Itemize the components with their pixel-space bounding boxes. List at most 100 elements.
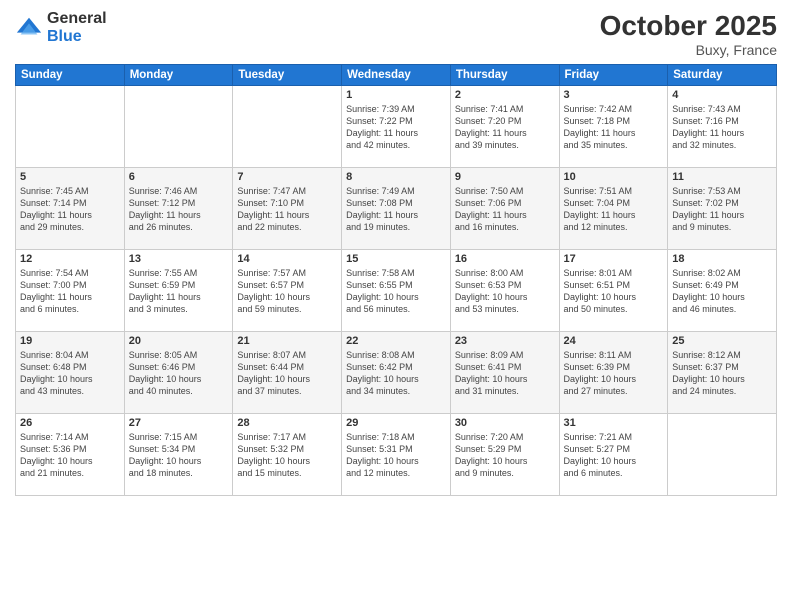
calendar-cell: 24 Sunrise: 8:11 AMSunset: 6:39 PMDayligh…	[559, 332, 668, 414]
day-number: 8	[346, 171, 446, 183]
day-number: 13	[129, 253, 229, 265]
day-info: Sunrise: 7:14 AMSunset: 5:36 PMDaylight:…	[20, 431, 120, 480]
calendar-cell: 5Sunrise: 7:45 AMSunset: 7:14 PMDaylight…	[16, 168, 125, 250]
logo: General Blue	[15, 10, 107, 45]
logo-blue-text: Blue	[47, 28, 107, 46]
day-info: Sunrise: 7:50 AMSunset: 7:06 PMDaylight:…	[455, 185, 555, 234]
calendar-cell: 12 Sunrise: 7:54 AMSunset: 7:00 PMDayligh…	[16, 250, 125, 332]
day-number: 29	[346, 417, 446, 429]
day-number: 6	[129, 171, 229, 183]
day-info: Sunrise: 8:09 AMSunset: 6:41 PMDaylight:…	[455, 349, 555, 398]
day-info: Sunrise: 8:08 AMSunset: 6:42 PMDaylight:…	[346, 349, 446, 398]
col-header-tuesday: Tuesday	[233, 65, 342, 86]
header: General Blue October 2025 Buxy, France	[15, 10, 777, 58]
day-number: 7	[237, 171, 337, 183]
calendar-cell: 23 Sunrise: 8:09 AMSunset: 6:41 PMDayligh…	[450, 332, 559, 414]
day-number: 1	[346, 89, 446, 101]
day-info: Sunrise: 7:20 AMSunset: 5:29 PMDaylight:…	[455, 431, 555, 480]
calendar-cell: 26 Sunrise: 7:14 AMSunset: 5:36 PMDayligh…	[16, 414, 125, 496]
calendar-cell: 6 Sunrise: 7:46 AMSunset: 7:12 PMDaylight…	[124, 168, 233, 250]
logo-general-text: General	[47, 10, 107, 28]
calendar-cell: 15Sunrise: 7:58 AMSunset: 6:55 PMDayligh…	[342, 250, 451, 332]
calendar-cell	[124, 86, 233, 168]
day-info: Sunrise: 8:01 AMSunset: 6:51 PMDaylight:…	[564, 267, 664, 316]
day-number: 3	[564, 89, 664, 101]
calendar-cell: 9Sunrise: 7:50 AMSunset: 7:06 PMDaylight…	[450, 168, 559, 250]
day-number: 31	[564, 417, 664, 429]
day-number: 17	[564, 253, 664, 265]
day-info: Sunrise: 8:05 AMSunset: 6:46 PMDaylight:…	[129, 349, 229, 398]
day-info: Sunrise: 8:07 AMSunset: 6:44 PMDaylight:…	[237, 349, 337, 398]
day-number: 25	[672, 335, 772, 347]
day-info: Sunrise: 7:46 AMSunset: 7:12 PMDaylight:…	[129, 185, 229, 234]
col-header-sunday: Sunday	[16, 65, 125, 86]
day-info: Sunrise: 7:53 AMSunset: 7:02 PMDaylight:…	[672, 185, 772, 234]
col-header-saturday: Saturday	[668, 65, 777, 86]
day-number: 28	[237, 417, 337, 429]
calendar-cell: 16 Sunrise: 8:00 AMSunset: 6:53 PMDayligh…	[450, 250, 559, 332]
month-title: October 2025	[600, 10, 777, 42]
calendar-cell: 3 Sunrise: 7:42 AMSunset: 7:18 PMDaylight…	[559, 86, 668, 168]
calendar-cell: 22Sunrise: 8:08 AMSunset: 6:42 PMDayligh…	[342, 332, 451, 414]
day-info: Sunrise: 7:15 AMSunset: 5:34 PMDaylight:…	[129, 431, 229, 480]
day-info: Sunrise: 7:21 AMSunset: 5:27 PMDaylight:…	[564, 431, 664, 480]
col-header-monday: Monday	[124, 65, 233, 86]
col-header-thursday: Thursday	[450, 65, 559, 86]
day-info: Sunrise: 8:12 AMSunset: 6:37 PMDaylight:…	[672, 349, 772, 398]
calendar-cell: 1Sunrise: 7:39 AMSunset: 7:22 PMDaylight…	[342, 86, 451, 168]
calendar-cell: 7Sunrise: 7:47 AMSunset: 7:10 PMDaylight…	[233, 168, 342, 250]
calendar-cell: 14Sunrise: 7:57 AMSunset: 6:57 PMDayligh…	[233, 250, 342, 332]
logo-icon	[15, 14, 43, 42]
calendar-cell: 19 Sunrise: 8:04 AMSunset: 6:48 PMDayligh…	[16, 332, 125, 414]
page: General Blue October 2025 Buxy, France S…	[0, 0, 792, 612]
day-number: 12	[20, 253, 120, 265]
calendar-cell: 31 Sunrise: 7:21 AMSunset: 5:27 PMDayligh…	[559, 414, 668, 496]
day-info: Sunrise: 8:04 AMSunset: 6:48 PMDaylight:…	[20, 349, 120, 398]
day-number: 4	[672, 89, 772, 101]
week-row-0: 1Sunrise: 7:39 AMSunset: 7:22 PMDaylight…	[16, 86, 777, 168]
day-info: Sunrise: 7:51 AMSunset: 7:04 PMDaylight:…	[564, 185, 664, 234]
day-number: 2	[455, 89, 555, 101]
day-info: Sunrise: 7:55 AMSunset: 6:59 PMDaylight:…	[129, 267, 229, 316]
day-info: Sunrise: 7:58 AMSunset: 6:55 PMDaylight:…	[346, 267, 446, 316]
calendar-cell: 27 Sunrise: 7:15 AMSunset: 5:34 PMDayligh…	[124, 414, 233, 496]
day-number: 19	[20, 335, 120, 347]
day-info: Sunrise: 8:00 AMSunset: 6:53 PMDaylight:…	[455, 267, 555, 316]
day-number: 27	[129, 417, 229, 429]
day-info: Sunrise: 7:57 AMSunset: 6:57 PMDaylight:…	[237, 267, 337, 316]
calendar-cell: 18Sunrise: 8:02 AMSunset: 6:49 PMDayligh…	[668, 250, 777, 332]
logo-text: General Blue	[47, 10, 107, 45]
day-number: 23	[455, 335, 555, 347]
calendar-cell: 25 Sunrise: 8:12 AMSunset: 6:37 PMDayligh…	[668, 332, 777, 414]
day-info: Sunrise: 7:17 AMSunset: 5:32 PMDaylight:…	[237, 431, 337, 480]
week-row-2: 12 Sunrise: 7:54 AMSunset: 7:00 PMDayligh…	[16, 250, 777, 332]
calendar-cell: 20Sunrise: 8:05 AMSunset: 6:46 PMDayligh…	[124, 332, 233, 414]
day-number: 30	[455, 417, 555, 429]
day-number: 21	[237, 335, 337, 347]
day-info: Sunrise: 8:11 AMSunset: 6:39 PMDaylight:…	[564, 349, 664, 398]
col-header-friday: Friday	[559, 65, 668, 86]
day-info: Sunrise: 7:54 AMSunset: 7:00 PMDaylight:…	[20, 267, 120, 316]
day-info: Sunrise: 7:18 AMSunset: 5:31 PMDaylight:…	[346, 431, 446, 480]
week-row-1: 5Sunrise: 7:45 AMSunset: 7:14 PMDaylight…	[16, 168, 777, 250]
calendar-cell: 13 Sunrise: 7:55 AMSunset: 6:59 PMDayligh…	[124, 250, 233, 332]
day-number: 5	[20, 171, 120, 183]
calendar-cell: 17 Sunrise: 8:01 AMSunset: 6:51 PMDayligh…	[559, 250, 668, 332]
title-block: October 2025 Buxy, France	[600, 10, 777, 58]
week-row-3: 19 Sunrise: 8:04 AMSunset: 6:48 PMDayligh…	[16, 332, 777, 414]
calendar-cell	[668, 414, 777, 496]
calendar-table: SundayMondayTuesdayWednesdayThursdayFrid…	[15, 64, 777, 496]
calendar-cell	[16, 86, 125, 168]
day-info: Sunrise: 7:42 AMSunset: 7:18 PMDaylight:…	[564, 103, 664, 152]
day-info: Sunrise: 7:41 AMSunset: 7:20 PMDaylight:…	[455, 103, 555, 152]
calendar-header-row: SundayMondayTuesdayWednesdayThursdayFrid…	[16, 65, 777, 86]
day-number: 16	[455, 253, 555, 265]
location: Buxy, France	[600, 42, 777, 58]
calendar-cell: 4Sunrise: 7:43 AMSunset: 7:16 PMDaylight…	[668, 86, 777, 168]
day-number: 24	[564, 335, 664, 347]
calendar-cell: 8Sunrise: 7:49 AMSunset: 7:08 PMDaylight…	[342, 168, 451, 250]
day-number: 18	[672, 253, 772, 265]
col-header-wednesday: Wednesday	[342, 65, 451, 86]
day-number: 26	[20, 417, 120, 429]
calendar-cell: 11Sunrise: 7:53 AMSunset: 7:02 PMDayligh…	[668, 168, 777, 250]
